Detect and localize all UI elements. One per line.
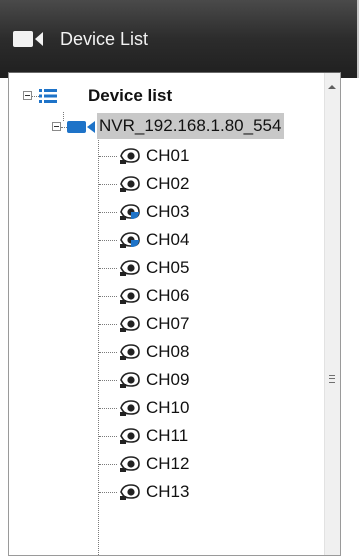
nvr-camera-icon (67, 121, 95, 133)
tree-connector (99, 240, 117, 241)
camera-offline-icon (120, 484, 140, 500)
collapse-toggle-icon[interactable] (52, 122, 61, 131)
channel-label[interactable]: CH11 (146, 421, 188, 451)
camera-offline-icon (120, 344, 140, 360)
tree-connector (63, 112, 64, 121)
channel-label[interactable]: CH06 (146, 281, 189, 311)
channel-label[interactable]: CH09 (146, 365, 189, 395)
channel-label[interactable]: CH05 (146, 253, 189, 283)
channel-label[interactable]: CH12 (146, 449, 189, 479)
device-list-panel: Device List Device list NVR_192.168.1.80… (0, 0, 359, 556)
camera-offline-icon (120, 456, 140, 472)
tree-connector (99, 352, 117, 353)
camera-offline-icon (120, 372, 140, 388)
tree-connector (32, 96, 39, 97)
device-tree[interactable]: Device list NVR_192.168.1.80_554 CH01 CH0… (8, 72, 341, 556)
channel-label[interactable]: CH10 (146, 393, 189, 423)
channel-label[interactable]: CH04 (146, 225, 189, 255)
camera-offline-icon (120, 260, 140, 276)
camera-offline-icon (120, 400, 140, 416)
camera-offline-icon (120, 428, 140, 444)
tree-connector (99, 492, 117, 493)
tree-connector (99, 436, 117, 437)
camera-offline-icon (120, 176, 140, 192)
channel-label[interactable]: CH01 (146, 141, 189, 171)
collapse-toggle-icon[interactable] (23, 91, 32, 100)
nvr-label[interactable]: NVR_192.168.1.80_554 (97, 113, 285, 139)
tree-connector (99, 212, 117, 213)
vertical-scrollbar[interactable] (324, 73, 340, 555)
list-icon (39, 89, 57, 103)
panel-header: Device List (0, 0, 359, 78)
tree-connector (99, 408, 117, 409)
tree-connector (99, 268, 117, 269)
panel-title: Device List (60, 29, 149, 49)
tree-connector (99, 296, 117, 297)
channel-label[interactable]: CH07 (146, 309, 189, 339)
camera-online-icon (120, 204, 140, 220)
tree-connector (99, 324, 117, 325)
video-camera-icon (13, 31, 43, 47)
camera-online-icon (120, 232, 140, 248)
camera-offline-icon (120, 148, 140, 164)
tree-root-label[interactable]: Device list (88, 81, 172, 111)
tree-connector (99, 464, 117, 465)
channel-label[interactable]: CH08 (146, 337, 189, 367)
camera-offline-icon (120, 288, 140, 304)
channel-label[interactable]: CH13 (146, 477, 189, 507)
scroll-thumb-grip-icon[interactable] (329, 375, 335, 383)
channel-label[interactable]: CH02 (146, 169, 189, 199)
scroll-up-arrow-icon[interactable] (328, 85, 336, 89)
tree-connector (99, 156, 117, 157)
camera-offline-icon (120, 316, 140, 332)
channel-label[interactable]: CH03 (146, 197, 189, 227)
tree-connector (99, 380, 117, 381)
tree-connector (99, 184, 117, 185)
